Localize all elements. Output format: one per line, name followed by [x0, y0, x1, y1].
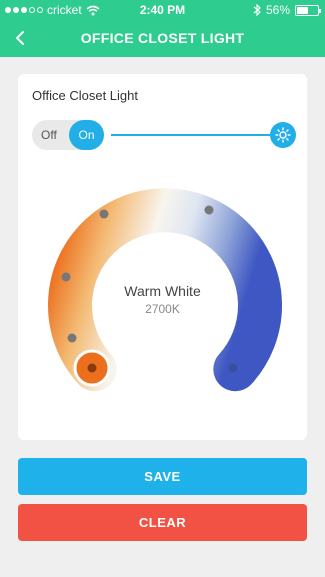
temperature-preset-dot[interactable]	[67, 333, 77, 343]
nav-bar: OFFICE CLOSET LIGHT	[0, 20, 325, 57]
temperature-selector-center	[87, 363, 97, 373]
bluetooth-icon	[253, 4, 261, 16]
battery-icon	[295, 4, 321, 16]
save-button[interactable]: SAVE	[18, 458, 307, 495]
color-temperature-value: 2700K	[145, 302, 180, 316]
light-control-card: Office Closet Light Off On Warm White 27…	[18, 74, 307, 440]
color-temperature-dial[interactable]	[18, 74, 307, 440]
color-temperature-name: Warm White	[124, 283, 201, 299]
status-bar: cricket 2:40 PM 56%	[0, 0, 325, 20]
page-title: OFFICE CLOSET LIGHT	[80, 30, 245, 46]
temperature-preset-dot[interactable]	[61, 272, 71, 282]
temperature-preset-dot[interactable]	[228, 363, 238, 373]
battery-percent: 56%	[265, 3, 290, 17]
status-bar-right: 56%	[253, 3, 321, 17]
clear-button[interactable]: CLEAR	[18, 504, 307, 541]
temperature-preset-dot[interactable]	[204, 205, 214, 215]
temperature-preset-dot[interactable]	[99, 209, 109, 219]
